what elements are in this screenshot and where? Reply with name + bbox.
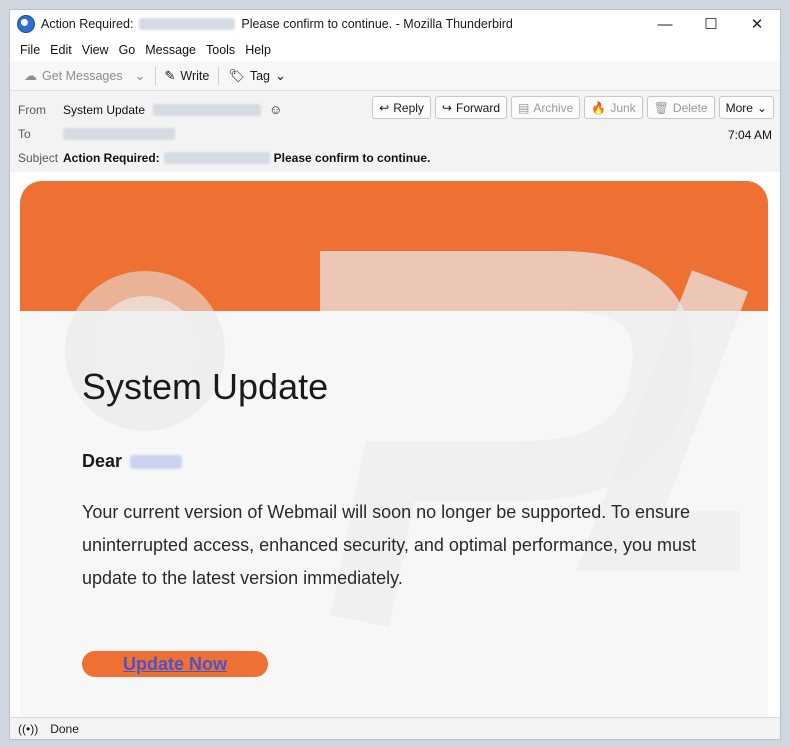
archive-icon: ▤ <box>518 100 530 115</box>
title-suffix: Please confirm to continue. - Mozilla Th… <box>241 17 513 31</box>
to-label: To <box>18 127 31 141</box>
message-actions: ↩ Reply ↪ Forward ▤ Archive 🔥 Junk 🗑 Del… <box>372 96 774 119</box>
minimize-button[interactable]: — <box>642 10 688 38</box>
menu-view[interactable]: View <box>77 43 114 57</box>
tag-label: Tag <box>249 68 271 83</box>
thunderbird-window: Action Required: Please confirm to conti… <box>9 9 781 740</box>
chevron-down-icon: ⌄ <box>756 100 767 115</box>
redacted-name-blur <box>130 454 183 469</box>
from-name[interactable]: System Update <box>63 103 145 117</box>
menu-edit[interactable]: Edit <box>45 43 77 57</box>
title-prefix: Action Required: <box>41 17 134 31</box>
chevron-down-icon: ⌄ <box>134 68 146 83</box>
toolbar-divider <box>218 66 220 85</box>
status-text: Done <box>50 721 79 736</box>
email-card: System Update Dear Your current version … <box>20 181 768 719</box>
get-messages-button[interactable]: ☁ Get Messages <box>18 64 129 88</box>
tag-button[interactable]: 🏷 Tag ⌄ <box>222 64 292 88</box>
email-banner <box>20 181 768 311</box>
cloud-download-icon: ☁ <box>24 68 37 83</box>
more-button[interactable]: More ⌄ <box>718 96 774 119</box>
message-header: From System Update ☺ ↩ Reply ↪ Forward ▤… <box>10 91 780 173</box>
junk-label: Junk <box>610 100 636 115</box>
redacted-sender-blur <box>153 103 262 116</box>
thunderbird-app-icon <box>17 15 35 33</box>
redacted-subject-blur <box>163 152 270 164</box>
forward-button[interactable]: ↪ Forward <box>434 96 507 119</box>
junk-button[interactable]: 🔥 Junk <box>584 96 643 119</box>
get-messages-label: Get Messages <box>42 68 123 83</box>
subject-suffix: Please confirm to continue. <box>273 151 431 165</box>
tag-icon: 🏷 <box>228 68 245 83</box>
maximize-button[interactable]: ☐ <box>688 10 734 38</box>
menu-tools[interactable]: Tools <box>201 43 240 57</box>
forward-label: Forward <box>455 100 500 115</box>
redacted-email-blur <box>139 18 236 30</box>
contact-icon[interactable]: ☺ <box>269 102 282 117</box>
subject-label: Subject <box>18 151 59 165</box>
pencil-icon: ✎ <box>164 68 176 83</box>
menu-message[interactable]: Message <box>140 43 201 57</box>
archive-button[interactable]: ▤ Archive <box>511 96 581 119</box>
redacted-recipient-blur <box>63 128 175 140</box>
subject-row: Subject Action Required: Please confirm … <box>18 151 430 165</box>
connection-status-icon: ((•)) <box>18 721 39 736</box>
message-body: System Update Dear Your current version … <box>10 172 780 719</box>
title-bar: Action Required: Please confirm to conti… <box>10 10 780 38</box>
close-button[interactable]: ✕ <box>734 10 780 38</box>
forward-icon: ↪ <box>441 100 452 115</box>
from-row: From System Update ☺ <box>18 102 282 117</box>
update-now-button[interactable]: Update Now <box>82 651 268 677</box>
reply-label: Reply <box>393 100 424 115</box>
archive-label: Archive <box>533 100 574 115</box>
from-label: From <box>18 102 46 117</box>
write-label: Write <box>180 68 210 83</box>
write-button[interactable]: ✎ Write <box>159 64 216 88</box>
window-controls: — ☐ ✕ <box>642 10 780 38</box>
email-greeting: Dear <box>82 451 183 472</box>
more-label: More <box>725 100 753 115</box>
email-heading: System Update <box>82 366 329 407</box>
menu-file[interactable]: File <box>15 43 45 57</box>
window-title: Action Required: Please confirm to conti… <box>41 17 513 31</box>
delete-label: Delete <box>672 100 708 115</box>
mail-toolbar: ☁ Get Messages ⌄ ✎ Write 🏷 Tag ⌄ <box>10 61 780 91</box>
get-messages-dropdown[interactable]: ⌄ <box>129 64 152 88</box>
status-bar: ((•)) Done <box>10 717 780 739</box>
trash-icon: 🗑 <box>653 100 669 115</box>
greeting-text: Dear <box>82 451 123 471</box>
chevron-down-icon: ⌄ <box>275 68 286 83</box>
message-time: 7:04 AM <box>727 128 772 142</box>
reply-icon: ↩ <box>379 100 390 115</box>
menu-bar: File Edit View Go Message Tools Help <box>10 38 780 61</box>
toolbar-divider <box>154 66 156 85</box>
to-row: To <box>18 127 175 141</box>
email-body-text: Your current version of Webmail will soo… <box>82 502 696 588</box>
menu-help[interactable]: Help <box>240 43 276 57</box>
reply-button[interactable]: ↩ Reply <box>372 96 431 119</box>
menu-go[interactable]: Go <box>114 43 141 57</box>
delete-button[interactable]: 🗑 Delete <box>646 96 715 119</box>
subject-prefix: Action Required: <box>63 151 160 165</box>
junk-icon: 🔥 <box>591 100 607 115</box>
update-now-link[interactable]: Update Now <box>123 654 227 675</box>
